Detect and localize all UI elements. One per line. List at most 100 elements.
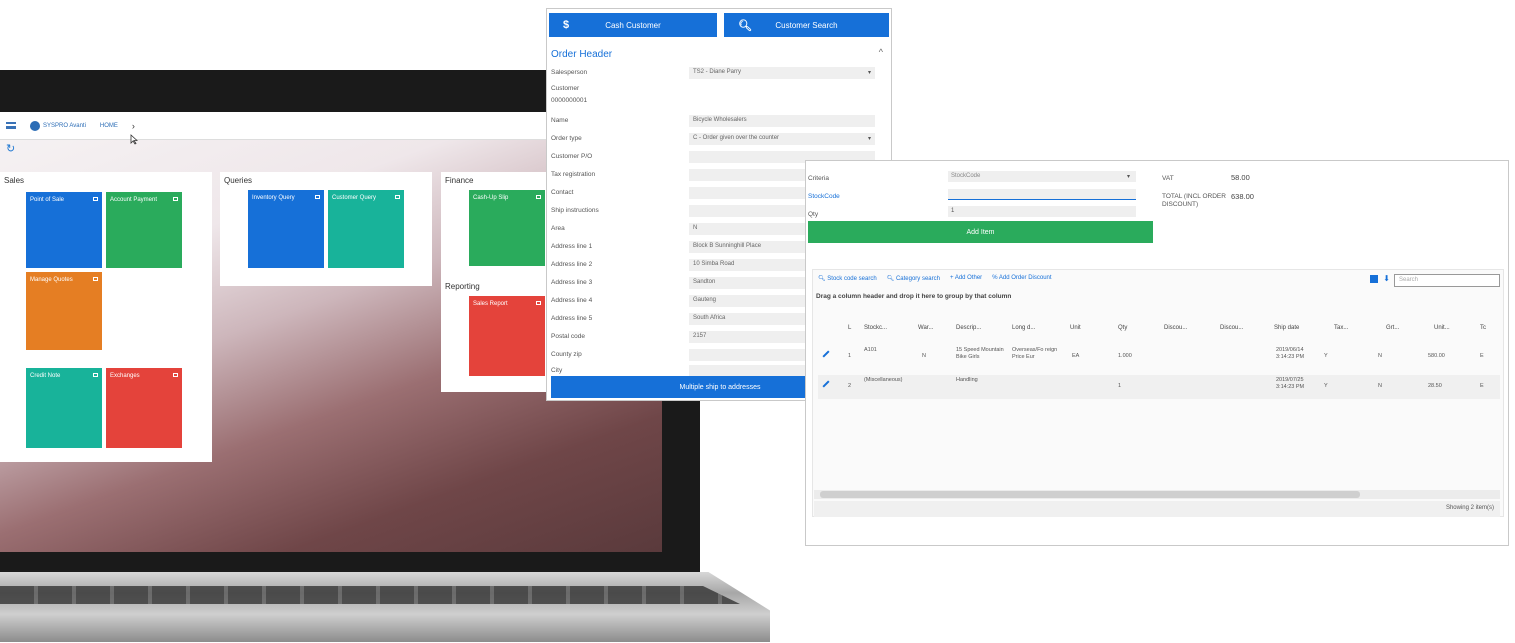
cell-ship: 2019/07/25 3:14:23 PM [1276, 377, 1305, 390]
order-field-value: C - Order given over the counter [693, 135, 780, 141]
order-field-label: Address line 5 [551, 315, 593, 322]
cell-tc: E [1480, 353, 1484, 359]
order-field-label: 0000000001 [551, 97, 588, 104]
grid-footer [814, 501, 1500, 517]
showing-count: Showing 2 item(s) [1445, 505, 1494, 511]
brand-logo[interactable]: SYSPRO Avanti [30, 120, 86, 131]
order-field-input[interactable]: Bicycle Wholesalers [689, 115, 875, 127]
stockcode-label: StockCode [808, 193, 840, 200]
cell-tax: Y [1324, 383, 1328, 389]
cell-tax: Y [1324, 353, 1328, 359]
group-by-hint: Drag a column header and drop it here to… [816, 293, 1012, 300]
export-icon[interactable]: ⬇ [1383, 274, 1390, 283]
order-field-label: City [551, 367, 563, 374]
grid-search-input[interactable]: Search [1394, 274, 1500, 287]
column-header[interactable]: Descrip... [956, 325, 981, 331]
tile-label: Sales Report [473, 301, 508, 307]
cell-desc: Handling [956, 377, 978, 383]
tile-exchanges[interactable]: Exchanges [106, 368, 182, 448]
order-field-label: Customer P/O [551, 153, 593, 160]
table-row[interactable]: 2 (Miscellaneous) Handling 1 2019/07/25 3:14… [818, 375, 1500, 399]
order-field-row: Salesperson TS2 - Diane Parry ▾ [551, 67, 876, 81]
criteria-select[interactable]: StockCode ▾ [948, 171, 1136, 182]
order-field-label: Address line 1 [551, 243, 593, 250]
category-search-link[interactable]: 🔍︎ Category search [887, 275, 940, 282]
tile-label: Account Payment [110, 197, 158, 203]
refresh-icon[interactable]: ↻ [6, 142, 15, 155]
table-row[interactable]: 1 A101 N 15 Speed Mountain Bike Girls Overse… [818, 345, 1500, 369]
logo-icon [30, 120, 40, 131]
horizontal-scrollbar[interactable] [820, 491, 1360, 498]
column-header[interactable]: War... [918, 325, 933, 331]
column-header[interactable]: Discou... [1164, 325, 1187, 331]
tile-inventory-query[interactable]: Inventory Query [248, 190, 324, 268]
cell-unit: EA [1072, 353, 1080, 359]
tile-label: Cash-Up Slip [473, 195, 509, 201]
cell-line: 2 [848, 383, 852, 389]
order-field-label: Ship instructions [551, 207, 599, 214]
tile-manage-quotes[interactable]: Manage Quotes [26, 272, 102, 350]
tile-pin-icon [536, 301, 541, 305]
queries-panel: Queries Inventory Query Customer Query [220, 172, 432, 286]
cell-price: 28.50 [1428, 383, 1442, 389]
order-field-label: Tax registration [551, 171, 596, 178]
column-header[interactable]: Tax... [1334, 325, 1348, 331]
column-header[interactable]: Tc [1480, 325, 1486, 331]
add-other-link[interactable]: + Add Other [950, 275, 982, 281]
column-header[interactable]: Qty [1118, 325, 1127, 331]
column-header[interactable]: L [848, 325, 851, 331]
cell-stock: A101 [864, 347, 877, 353]
tile-pin-icon [93, 197, 98, 201]
column-header[interactable]: Stockc... [864, 325, 887, 331]
order-field-row: Name Bicycle Wholesalers [551, 115, 876, 129]
order-field-label: Customer [551, 85, 580, 92]
order-field-value: Bicycle Wholesalers [693, 117, 747, 123]
panel-title-finance: Finance [445, 176, 474, 185]
cell-warehouse: N [922, 353, 926, 359]
cell-desc: 15 Speed Mountain Bike Girls [956, 347, 1004, 360]
tile-pin-icon [173, 197, 178, 201]
customer-search-button[interactable]: 🔍︎ Customer Search [724, 13, 889, 37]
criteria-value: StockCode [951, 173, 981, 179]
order-field-value: TS2 - Diane Parry [693, 69, 742, 75]
column-header[interactable]: Grt... [1386, 325, 1399, 331]
qty-input[interactable]: 1 [948, 206, 1136, 217]
column-header[interactable]: Discou... [1220, 325, 1243, 331]
tile-customer-query[interactable]: Customer Query [328, 190, 404, 268]
cell-grt: N [1378, 353, 1382, 359]
column-header[interactable]: Long d... [1012, 325, 1035, 331]
column-header[interactable]: Unit [1070, 325, 1081, 331]
search-icon: 🔍︎ [738, 19, 752, 32]
tile-sales-report[interactable]: Sales Report [469, 296, 545, 376]
pencil-icon[interactable] [822, 380, 830, 388]
chevron-down-icon: ▾ [867, 70, 871, 76]
menu-icon[interactable] [6, 122, 16, 129]
tile-account-payment[interactable]: Account Payment [106, 192, 182, 268]
add-order-discount-link[interactable]: % Add Order Discount [992, 275, 1051, 281]
tile-cash-up-slip[interactable]: Cash-Up Slip [469, 190, 545, 266]
order-field-input[interactable]: TS2 - Diane Parry ▾ [689, 67, 875, 79]
cash-customer-button[interactable]: $ Cash Customer [549, 13, 717, 37]
column-header[interactable]: Unit... [1434, 325, 1450, 331]
order-field-input[interactable]: C - Order given over the counter ▾ [689, 133, 875, 145]
chevron-down-icon: ▾ [867, 136, 871, 142]
tile-label: Customer Query [332, 195, 377, 201]
laptop-base [0, 572, 770, 642]
criteria-label: Criteria [808, 175, 829, 182]
tile-point-of-sale[interactable]: Point of Sale [26, 192, 102, 268]
stock-code-search-link[interactable]: 🔍︎ Stock code search [818, 275, 877, 282]
add-item-button[interactable]: Add Item [808, 221, 1153, 243]
tile-pin-icon [315, 195, 320, 199]
tile-label: Inventory Query [252, 195, 295, 201]
order-field-value: 10 Simba Road [693, 261, 735, 267]
order-field-label: County zip [551, 351, 582, 358]
tile-pin-icon [93, 373, 98, 377]
stockcode-input[interactable] [948, 189, 1136, 200]
breadcrumb-home[interactable]: HOME [100, 123, 118, 129]
cell-tc: E [1480, 383, 1484, 389]
collapse-icon[interactable]: ^ [879, 47, 883, 57]
columns-icon[interactable] [1370, 275, 1378, 283]
tile-credit-note[interactable]: Credit Note [26, 368, 102, 448]
pencil-icon[interactable] [822, 350, 830, 358]
column-header[interactable]: Ship date [1274, 325, 1299, 331]
